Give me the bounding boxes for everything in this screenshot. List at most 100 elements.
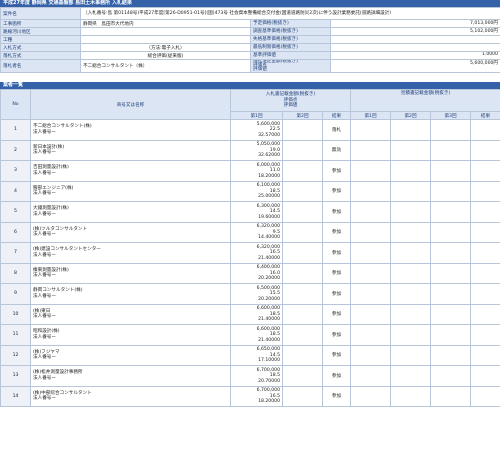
estimate-round1 [350, 385, 392, 407]
estimate-result [470, 262, 500, 284]
bid-round1-values: 6,500,000 15.5 20.20000 [230, 283, 283, 305]
info-value [80, 35, 251, 44]
bidder-name: 新日本設計(株) 法人番号ー [30, 139, 231, 161]
estimate-round1 [350, 344, 392, 366]
bidder-name: 服部エンジニア(株) 法人番号ー [30, 180, 231, 202]
estimate-round3 [430, 262, 472, 284]
estimate-result [470, 221, 500, 243]
bidder-name: (株)中部綜合コンサルタント 法人番号ー [30, 385, 231, 407]
estimate-round3 [430, 324, 472, 346]
estimate-round1 [350, 180, 392, 202]
estimate-round3 [430, 365, 472, 387]
info-row: 路線河川地区 調査基準価格(税抜き) 5,102,000円 [0, 27, 500, 36]
bid-round2-values [282, 283, 323, 305]
estimate-round1 [350, 201, 392, 223]
bid-result: 参加 [321, 242, 352, 264]
estimate-round2 [390, 242, 432, 264]
estimate-round2 [390, 160, 432, 182]
info-label: 入札方式 [0, 43, 81, 52]
info-row: 案件名 （入札番号:島 第01148号)平成27年度[第26-D0951-01号]… [0, 7, 500, 20]
estimate-round1 [350, 221, 392, 243]
bidder-name: 大鐘測量設計(株) 法人番号ー [30, 201, 231, 223]
col-header-bid-group: 入札書記載金額(税抜き) 評価点 評価値 [229, 89, 352, 112]
bidder-name: (株)松井測量設計事務所 法人番号ー [30, 365, 231, 387]
estimate-round2 [390, 221, 432, 243]
estimate-result [470, 365, 500, 387]
info-value: （方法:電子入札） [80, 43, 251, 52]
estimate-round3 [430, 242, 472, 264]
page: 平成27年度 静岡県 交通基盤部 島田土木事務所 入札結果 案件名 （入札番号:島… [0, 0, 500, 464]
estimate-round3 [430, 385, 472, 407]
table-row: 2 新日本設計(株) 法人番号ー 5,050,000 19.0 32.62000 無効 [0, 139, 500, 161]
bid-round2-values [282, 119, 323, 141]
bidder-name: 静岡コンサルタント(株) 法人番号ー [30, 283, 231, 305]
table-row: 12 (株)フジヤマ 法人番号ー 6,650,000 14.5 17.10000 参加 [0, 344, 500, 366]
bid-round2-values [282, 262, 323, 284]
bid-round1-values: 6,000,000 11.0 18.20000 [230, 160, 283, 182]
bid-round2-values [282, 180, 323, 202]
info-label: 案件名 [0, 7, 81, 20]
estimate-round1 [350, 303, 392, 325]
bid-no: 7 [0, 242, 31, 264]
bid-no: 11 [0, 324, 31, 346]
estimate-result [470, 385, 500, 407]
bid-no: 3 [0, 160, 31, 182]
estimate-round1 [350, 324, 392, 346]
bid-result: 参加 [321, 324, 352, 346]
estimate-result [470, 139, 500, 161]
bidder-name: (株)東日 法人番号ー [30, 303, 231, 325]
bid-round2-values [282, 221, 323, 243]
estimate-round2 [390, 365, 432, 387]
estimate-round1 [350, 262, 392, 284]
bid-table: No 商号又は名称 入札書記載金額(税抜き) 評価点 評価値 見積書記載金額(税… [0, 89, 500, 407]
table-row: 10 (株)東日 法人番号ー 6,600,000 18.5 21.40000 参加 [0, 303, 500, 325]
estimate-round2 [390, 385, 432, 407]
col-header-round2: 第2回 [282, 111, 323, 120]
table-row: 13 (株)松井測量設計事務所 法人番号ー 6,700,000 18.5 20.70… [0, 365, 500, 387]
bidder-name: (株)ツルタコンサルタント 法人番号ー [30, 221, 231, 243]
info-label: 落札方式 [0, 51, 81, 60]
info-label: 工種 [0, 35, 81, 44]
bid-round1-values: 5,600,000 22.5 32.57000 [230, 119, 283, 141]
bid-result: 無効 [321, 139, 352, 161]
info-value-right: 1.0000 [329, 51, 500, 60]
bid-no: 5 [0, 201, 31, 223]
estimate-round3 [430, 119, 472, 141]
bid-result: 参加 [321, 303, 352, 325]
info-label-right: 落札決定金額(税抜き) 評価点 評価値 [250, 59, 331, 73]
bid-no: 1 [0, 119, 31, 141]
estimate-round1 [350, 242, 392, 264]
bid-round1-values: 6,600,000 18.5 21.40000 [230, 324, 283, 346]
info-value-right [329, 43, 500, 52]
estimate-round1 [350, 119, 392, 141]
estimate-result [470, 242, 500, 264]
bid-result: 参加 [321, 221, 352, 243]
info-label-right: 調査基準価格(税抜き) [250, 27, 331, 36]
estimate-round3 [430, 283, 472, 305]
estimate-result [470, 324, 500, 346]
bid-round1-values: 6,700,000 18.5 20.70000 [230, 365, 283, 387]
table-row: 6 (株)ツルタコンサルタント 法人番号ー 6,320,000 9.5 14.400… [0, 221, 500, 243]
bid-round1-values: 6,600,000 18.5 21.40000 [230, 303, 283, 325]
bid-round1-values: 6,300,000 14.5 19.60000 [230, 201, 283, 223]
bid-result: 参加 [321, 201, 352, 223]
bid-round2-values [282, 160, 323, 182]
info-value-right: 5,102,000円 [329, 27, 500, 36]
info-label-right: 予定価格(税抜き) [250, 19, 331, 28]
bid-round2-values [282, 201, 323, 223]
bid-result: 参加 [321, 283, 352, 305]
info-label: 落札者名 [0, 59, 81, 73]
bid-round1-values: 6,100,000 18.5 25.00000 [230, 180, 283, 202]
estimate-result [470, 303, 500, 325]
bid-round1-values: 6,700,000 16.5 18.20000 [230, 385, 283, 407]
estimate-round2 [390, 139, 432, 161]
project-info-table: 案件名 （入札番号:島 第01148号)平成27年度[第26-D0951-01号]… [0, 7, 500, 73]
bid-round2-values [282, 303, 323, 325]
bid-round2-values [282, 242, 323, 264]
table-row: 9 静岡コンサルタント(株) 法人番号ー 6,500,000 15.5 20.200… [0, 283, 500, 305]
bid-round1-values: 5,050,000 19.0 32.62000 [230, 139, 283, 161]
estimate-round1 [350, 160, 392, 182]
estimate-round3 [430, 160, 472, 182]
bid-round2-values [282, 365, 323, 387]
info-value: 静岡県 島田市大代地内 [80, 19, 251, 28]
